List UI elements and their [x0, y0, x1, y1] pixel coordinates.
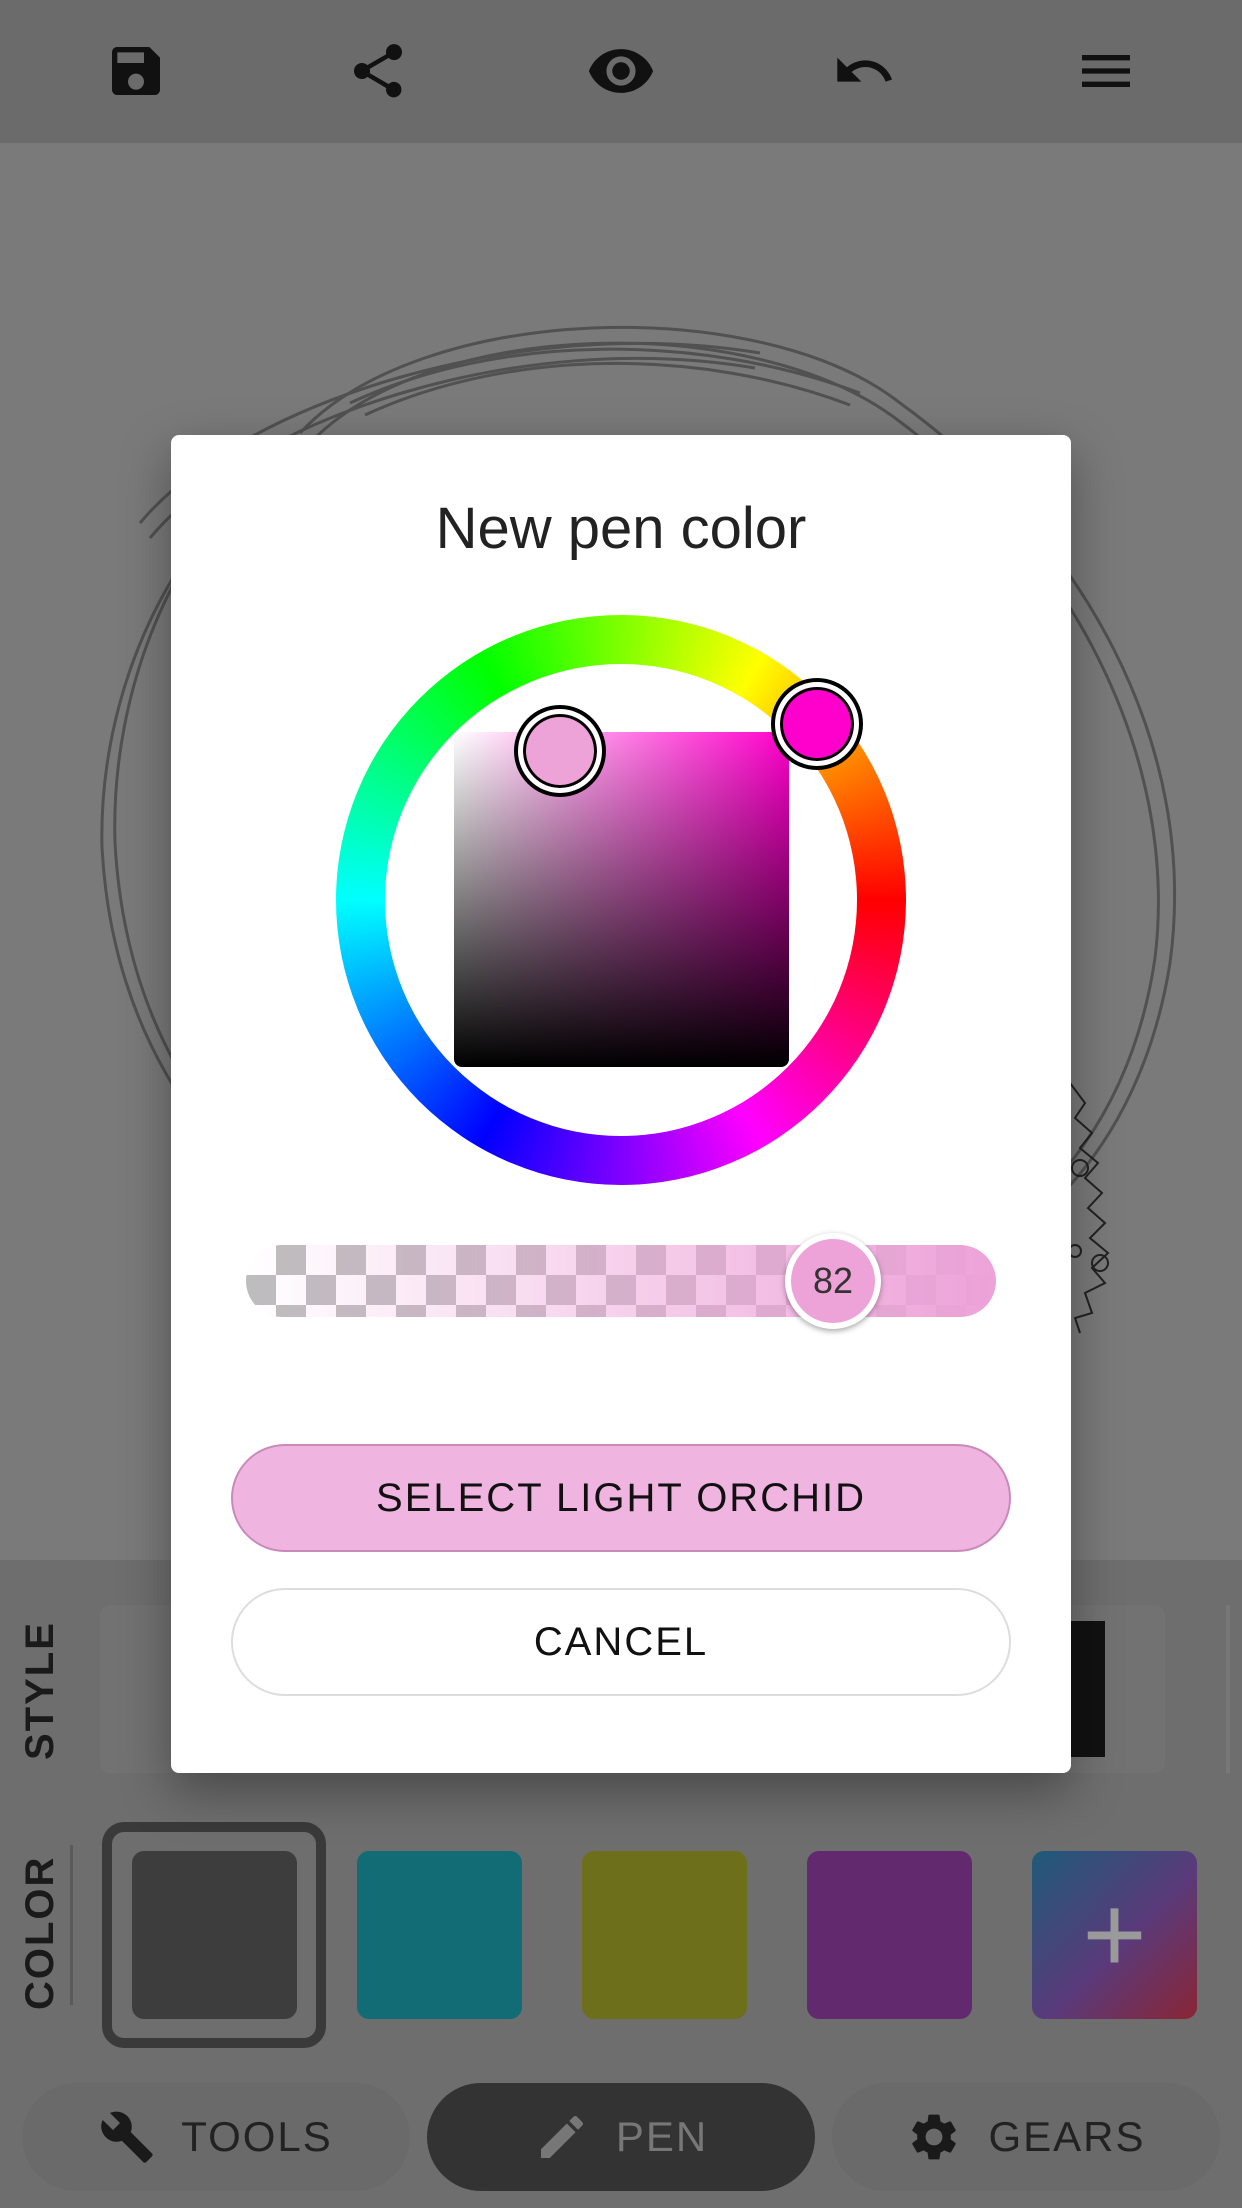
pen-label: PEN [615, 2113, 709, 2160]
gears-label: GEARS [988, 2113, 1146, 2160]
opacity-slider[interactable] [246, 1245, 996, 1317]
hue-handle[interactable] [775, 682, 859, 766]
divider [70, 1845, 73, 2005]
cancel-label: CANCEL [533, 1619, 709, 1664]
opacity-slider-thumb[interactable]: 82 [785, 1233, 881, 1329]
saturation-value-handle[interactable] [518, 709, 602, 793]
plus-icon: + [1082, 1873, 1147, 1996]
select-color-button[interactable]: SELECT LIGHT ORCHID [231, 1444, 1011, 1552]
menu-icon[interactable] [1070, 35, 1142, 107]
undo-icon[interactable] [828, 35, 900, 107]
divider [1226, 1605, 1230, 1773]
style-label: STYLE [18, 1621, 62, 1760]
color-swatch-olive[interactable] [582, 1851, 747, 2019]
color-swatch-teal[interactable] [357, 1851, 522, 2019]
cancel-button[interactable]: CANCEL [231, 1588, 1011, 1696]
pencil-icon [540, 2115, 583, 2158]
saturation-value-square[interactable] [454, 732, 789, 1067]
share-icon[interactable] [342, 35, 414, 107]
tools-label: TOOLS [181, 2113, 333, 2160]
color-swatch-purple[interactable] [807, 1851, 972, 2019]
pen-tab[interactable]: PEN [427, 2083, 815, 2191]
tools-tab[interactable]: TOOLS [22, 2083, 410, 2191]
save-icon[interactable] [100, 35, 172, 107]
color-picker-dialog: New pen color 82 SELECT LIGHT ORCHID CAN… [171, 435, 1071, 1773]
dialog-title: New pen color [435, 496, 807, 561]
opacity-value: 82 [812, 1260, 854, 1301]
color-swatch-dark-gray[interactable] [132, 1851, 297, 2019]
add-color-button[interactable]: + [1032, 1851, 1197, 2019]
gears-tab[interactable]: GEARS [832, 2083, 1220, 2191]
stroke-style-preview [1065, 1621, 1105, 1757]
select-color-label: SELECT LIGHT ORCHID [376, 1475, 866, 1520]
wrench-icon [101, 2111, 153, 2163]
eye-icon[interactable] [585, 35, 657, 107]
gear-icon [912, 2114, 957, 2160]
color-label: COLOR [18, 1855, 62, 2010]
top-toolbar [0, 0, 1242, 143]
